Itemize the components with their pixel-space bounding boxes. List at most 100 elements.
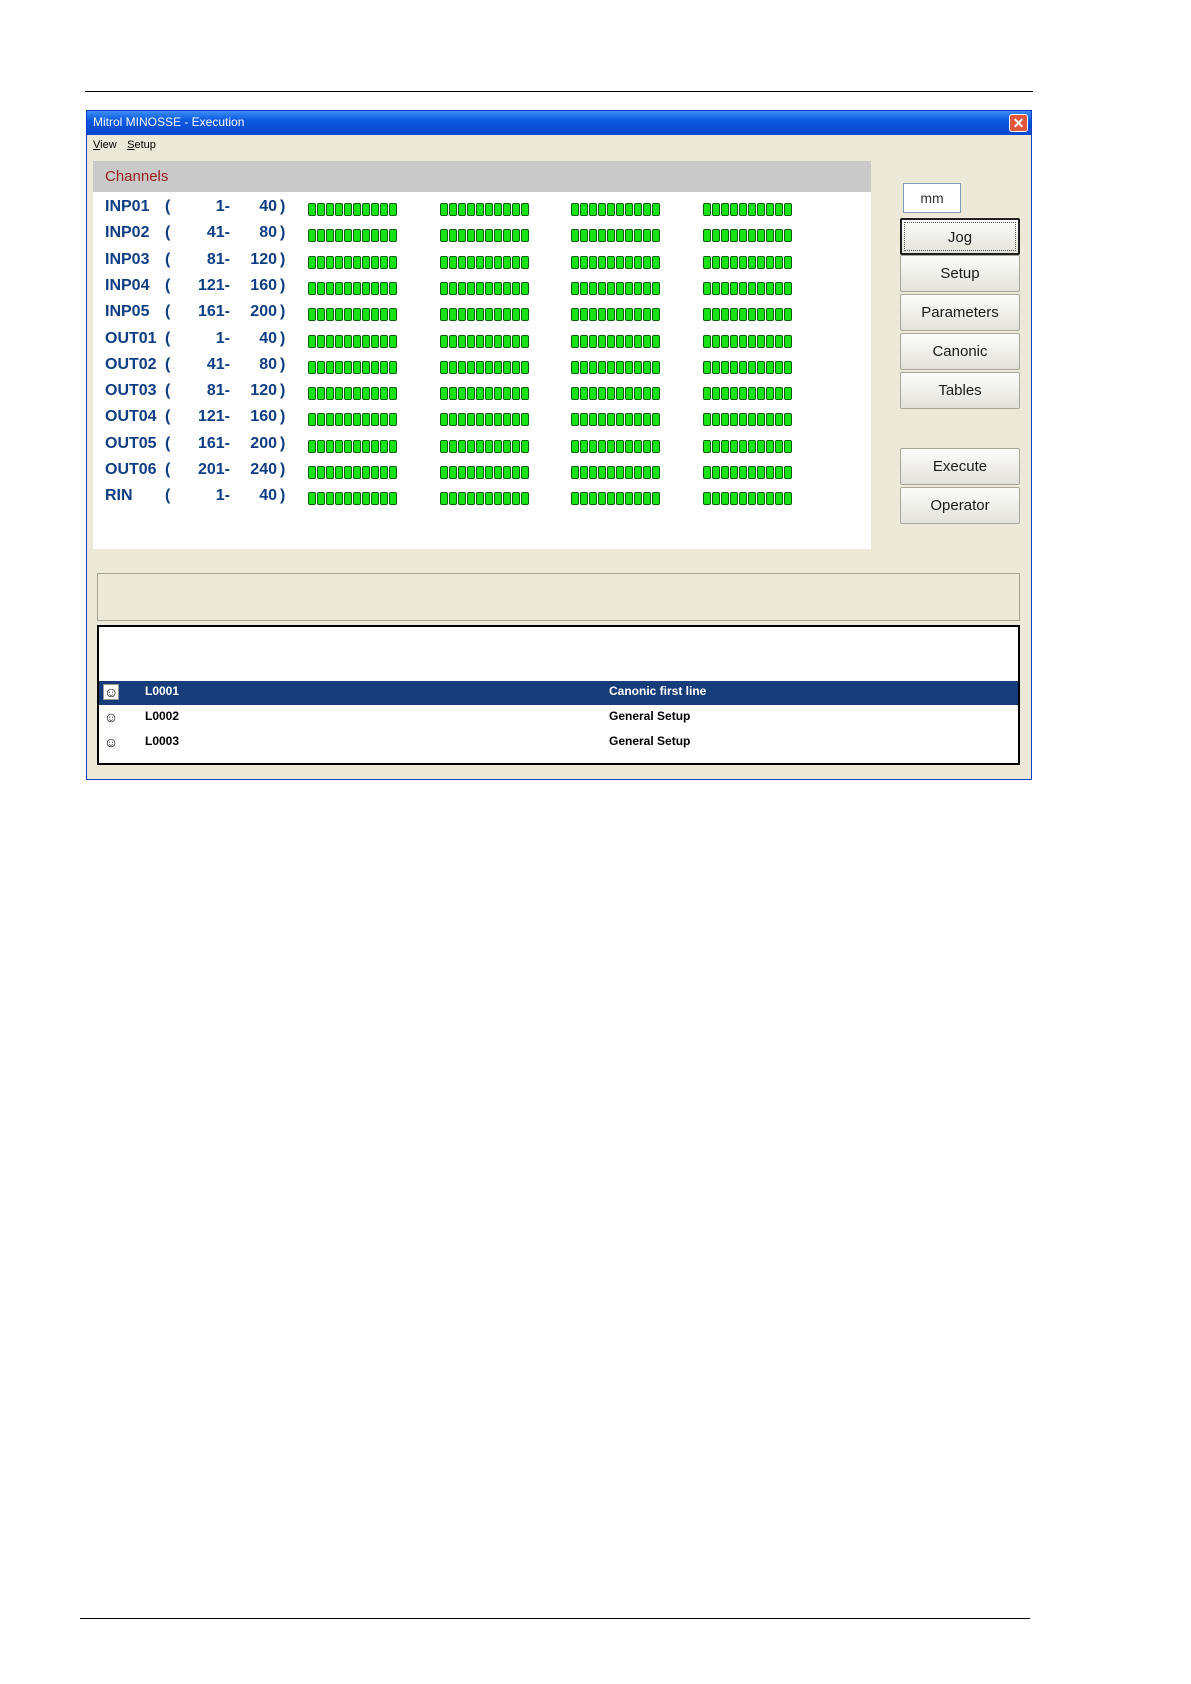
channel-led	[775, 492, 783, 506]
canonic-button[interactable]: Canonic	[900, 333, 1020, 370]
channel-led	[775, 387, 783, 401]
execute-button[interactable]: Execute	[900, 448, 1020, 485]
tables-button[interactable]: Tables	[900, 372, 1020, 409]
channel-led	[616, 255, 624, 269]
channel-led	[766, 255, 774, 269]
channel-open-paren: (	[165, 198, 171, 215]
channel-range-end: 120	[250, 382, 277, 400]
led-group	[571, 492, 660, 506]
channel-led	[703, 387, 711, 401]
channel-led	[380, 439, 388, 453]
channel-led	[712, 413, 720, 427]
channel-led	[344, 360, 352, 374]
channel-led	[721, 492, 729, 506]
channel-led	[362, 360, 370, 374]
parameters-button[interactable]: Parameters	[900, 294, 1020, 331]
channel-led	[494, 439, 502, 453]
channel-row: INP05 (161- 200)	[93, 302, 871, 326]
menu-view[interactable]: View	[93, 137, 117, 153]
led-group	[703, 229, 792, 243]
program-row-3[interactable]: ☺ L0003 General Setup	[99, 731, 1018, 755]
channel-led	[485, 360, 493, 374]
channel-led	[775, 413, 783, 427]
channel-open-paren: (	[165, 276, 171, 294]
channel-led	[485, 466, 493, 479]
led-group	[703, 492, 792, 506]
channel-led	[458, 255, 466, 269]
channel-led	[521, 308, 529, 322]
jog-button[interactable]: Jog	[900, 218, 1020, 255]
led-group	[571, 281, 660, 295]
menu-setup[interactable]: Setup	[127, 137, 156, 153]
channel-led	[371, 360, 379, 374]
channel-led	[784, 466, 792, 479]
channel-led	[625, 334, 633, 348]
channel-led	[598, 360, 606, 374]
channel-led	[766, 413, 774, 427]
channel-close-paren: )	[280, 434, 286, 452]
channel-led	[476, 203, 484, 216]
channel-led	[748, 334, 756, 348]
channel-led	[503, 466, 511, 479]
channel-led	[317, 229, 325, 243]
channel-range-end: 40	[259, 198, 277, 215]
channel-led	[389, 203, 397, 216]
channel-led	[449, 492, 457, 506]
channel-led	[344, 413, 352, 427]
close-icon[interactable]: ✕	[1009, 114, 1028, 132]
channel-led	[476, 360, 484, 374]
channel-led	[476, 308, 484, 322]
program-row-1[interactable]: ☺ L0001 Canonic first line	[99, 681, 1018, 705]
channel-led	[652, 413, 660, 427]
channel-led	[721, 229, 729, 243]
channel-led	[485, 281, 493, 295]
channel-led	[703, 360, 711, 374]
channel-led	[449, 466, 457, 479]
channel-led	[458, 334, 466, 348]
channel-led	[440, 492, 448, 506]
led-group	[571, 203, 660, 216]
channel-led	[335, 413, 343, 427]
channel-led	[476, 413, 484, 427]
program-row-2[interactable]: ☺ L0002 General Setup	[99, 706, 1018, 730]
operator-button[interactable]: Operator	[900, 487, 1020, 524]
channel-name: INP05	[105, 303, 150, 321]
channel-led	[362, 387, 370, 401]
channel-led	[326, 492, 334, 506]
channel-led	[353, 334, 361, 348]
channel-led	[598, 229, 606, 243]
channel-name: OUT05	[105, 434, 157, 452]
channel-led	[371, 281, 379, 295]
channel-led	[757, 229, 765, 243]
channel-led	[467, 308, 475, 322]
channel-row: OUT03 (81- 120)	[93, 381, 871, 405]
channel-led	[712, 308, 720, 322]
title-bar[interactable]: Mitrol MINOSSE - Execution ✕	[87, 111, 1031, 135]
channel-led	[380, 308, 388, 322]
channel-led	[326, 466, 334, 479]
channel-led	[634, 281, 642, 295]
channel-led	[607, 255, 615, 269]
channel-range-end: 120	[250, 250, 277, 268]
channel-led	[485, 229, 493, 243]
program-list[interactable]: ☺ L0001 Canonic first line ☺ L0002 Gener…	[97, 625, 1020, 765]
channel-led	[739, 203, 747, 216]
channel-led	[712, 466, 720, 479]
channel-led	[625, 308, 633, 322]
channel-led	[580, 439, 588, 453]
channel-led	[634, 334, 642, 348]
channel-led	[766, 281, 774, 295]
led-group	[703, 466, 792, 479]
channel-led	[757, 334, 765, 348]
channel-range-start: 81-	[206, 382, 230, 400]
channel-range-end: 160	[250, 276, 277, 294]
channel-led	[308, 334, 316, 348]
channel-led	[317, 255, 325, 269]
channel-led	[458, 387, 466, 401]
channel-range-start: 201-	[197, 461, 230, 478]
led-group	[440, 439, 529, 453]
setup-button[interactable]: Setup	[900, 255, 1020, 292]
channel-led	[589, 229, 597, 243]
channel-led	[703, 334, 711, 348]
channel-led	[449, 203, 457, 216]
